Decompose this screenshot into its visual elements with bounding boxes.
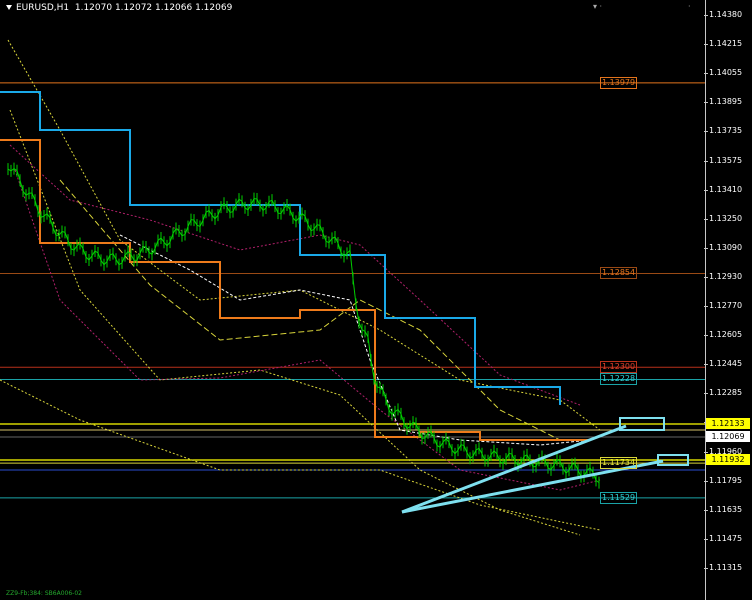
symbol-timeframe: EURUSD,H1 (16, 3, 70, 13)
red-dotted-band (14, 169, 601, 491)
ohlc-readout: 1.12070 1.12072 1.12066 1.12069 (74, 3, 233, 13)
indicator-footer: ZZ9-Fb;384: SB6A006-02 (6, 590, 82, 597)
price-tick-label: 1.12930 (703, 271, 743, 281)
level-label: 1.13979 (600, 76, 638, 89)
chart-window[interactable]: EURUSD,H1 1.12070 1.12072 1.12066 1.1206… (0, 0, 752, 600)
trend-arrow-upper (401, 424, 627, 514)
price-tick-label: 1.13575 (703, 155, 743, 165)
level-label: 1.11734 (600, 457, 638, 470)
band-lower-dotted (9, 109, 581, 536)
price-tick-label: 1.14215 (703, 39, 743, 49)
band-upper-dotted (7, 39, 601, 431)
price-tick-label: 1.11635 (703, 504, 743, 514)
price-tick-label: 1.12770 (703, 301, 743, 310)
level-label: 1.12300 (600, 361, 638, 374)
price-tick-label: 1.13895 (703, 97, 743, 107)
price-tick-label: 1.12285 (703, 388, 743, 398)
price-line (7, 167, 600, 484)
price-tick-label: 1.13410 (703, 184, 743, 194)
level-label: 1.11529 (600, 491, 638, 504)
price-tick-label: 1.11315 (703, 562, 743, 572)
dropdown-triangle-icon[interactable] (6, 5, 12, 10)
red-dotted-upper (9, 144, 581, 406)
yellow-level-axis-label: 1.12133 (706, 418, 750, 429)
lower-yellow-axis-label: 1.11932 (706, 454, 750, 465)
chart-top-marks: ▾ · (593, 2, 603, 11)
blue-step-line (0, 91, 561, 405)
price-chart-canvas[interactable] (0, 0, 752, 600)
price-tick-label: 1.13735 (703, 126, 743, 136)
price-tick-label: 1.11475 (703, 533, 743, 543)
band-outer-dotted (0, 379, 601, 531)
price-tick-label: 1.14055 (703, 68, 743, 78)
level-label: 1.12854 (600, 267, 638, 280)
level-label: 1.12228 (600, 373, 638, 386)
chart-corner-mark: · (688, 2, 691, 11)
price-tick-label: 1.13090 (703, 242, 743, 252)
price-tick-label: 1.14380 (703, 10, 743, 19)
chart-title: EURUSD,H1 1.12070 1.12072 1.12066 1.1206… (6, 3, 232, 13)
current-price-label: 1.12069 (706, 431, 750, 442)
price-tick-label: 1.11795 (703, 475, 743, 485)
white-dashed-ma (119, 234, 591, 446)
price-tick-label: 1.12605 (703, 330, 743, 340)
price-tick-label: 1.13250 (703, 213, 743, 223)
price-tick-label: 1.12445 (703, 359, 743, 369)
